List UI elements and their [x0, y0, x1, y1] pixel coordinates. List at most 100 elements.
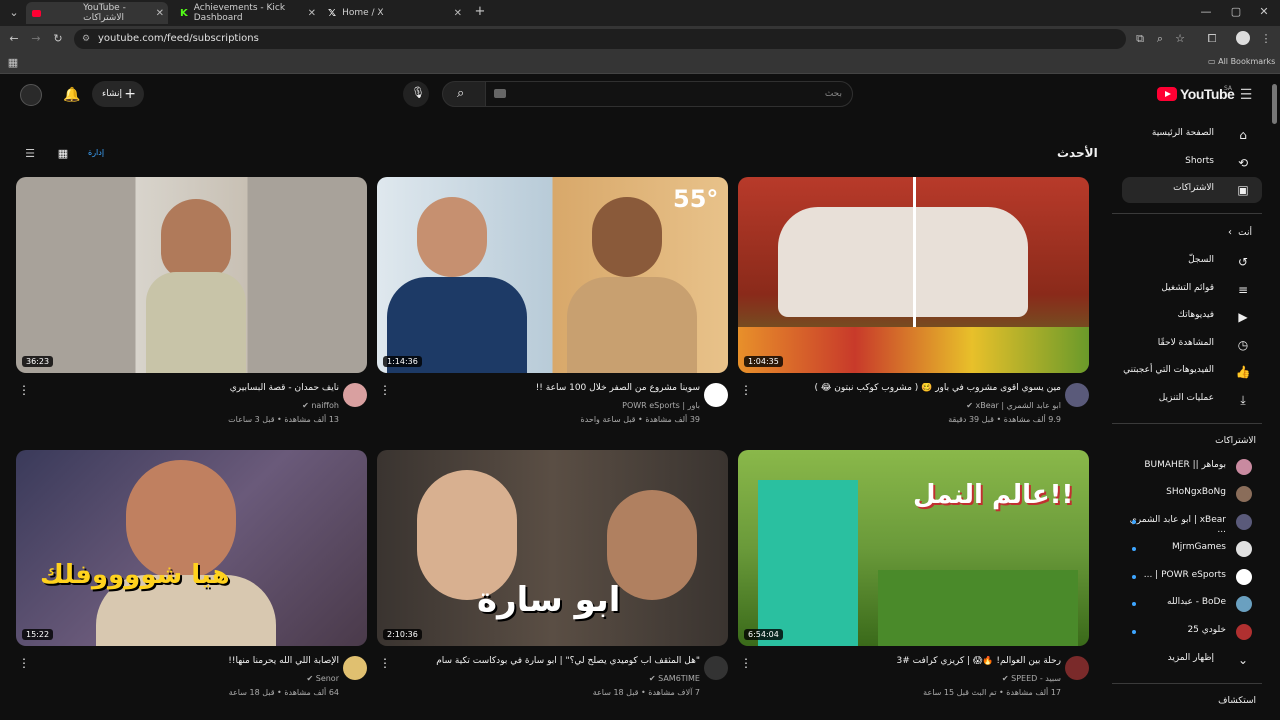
close-window-icon[interactable]: ✕ — [1256, 4, 1272, 20]
maximize-icon[interactable]: ▢ — [1228, 4, 1244, 20]
profile-avatar[interactable] — [1236, 31, 1250, 45]
back-icon[interactable]: ← — [6, 31, 22, 47]
video-channel[interactable]: باور | POWR eSports — [622, 401, 700, 410]
sidebar-item-history[interactable]: ↺ السجلّ — [1122, 249, 1262, 275]
video-thumbnail[interactable]: 1:04:35 — [738, 177, 1089, 373]
tab-kick[interactable]: K Achievements - Kick Dashboard ✕ — [174, 2, 320, 24]
sidebar-item-label: خلودي 25 — [1187, 625, 1226, 635]
more-options-icon[interactable]: ⋮ — [379, 656, 391, 670]
all-bookmarks[interactable]: ▭ All Bookmarks — [1208, 57, 1275, 66]
sidebar-item-downloads[interactable]: ⤓ عمليات التنزيل — [1122, 387, 1262, 413]
more-options-icon[interactable]: ⋮ — [740, 383, 752, 397]
video-title[interactable]: "هل المثقف اب كوميدي يصلح لي؟" | ابو سار… — [400, 656, 700, 666]
sidebar-item-home[interactable]: ⌂ الصفحة الرئيسية — [1122, 122, 1262, 148]
sidebar-sub-xbear[interactable]: xBear | ابو عابد الشمري ... — [1122, 509, 1262, 535]
sidebar-item-label: BoDe - عبدالله — [1167, 597, 1226, 607]
video-title[interactable]: نايف حمدان - قصة البسابيري — [39, 383, 339, 393]
create-button[interactable]: إنشاء + — [92, 81, 144, 107]
sidebar-sub-bode[interactable]: BoDe - عبدالله — [1122, 591, 1262, 617]
guide-menu-icon[interactable]: ☰ — [1238, 87, 1254, 103]
extensions-icon[interactable]: ⧠ — [1204, 31, 1220, 47]
site-info-icon[interactable]: ⚙ — [82, 29, 90, 49]
sidebar-item-watch-later[interactable]: ◷ المشاهدة لاحقًا — [1122, 332, 1262, 358]
sidebar-sub-shongxbong[interactable]: SHoNgxBoNg — [1122, 481, 1262, 507]
account-avatar[interactable] — [20, 84, 42, 106]
video-thumbnail[interactable]: هيا شووووفلك 15:22 — [16, 450, 367, 646]
channel-avatar[interactable] — [704, 656, 728, 680]
video-title[interactable]: رحلة بين العوالم! 🔥😱 | كريزي كرافت #3 — [761, 656, 1061, 666]
video-channel[interactable]: Senor ✔ — [306, 674, 339, 683]
minimize-icon[interactable]: — — [1198, 4, 1214, 20]
zoom-icon[interactable]: ⌕ — [1152, 31, 1168, 47]
cast-icon[interactable]: ⧉ — [1132, 31, 1148, 47]
video-channel[interactable]: سبيد - SPEED ✔ — [1002, 674, 1061, 683]
sidebar-sub-kholodi[interactable]: خلودي 25 — [1122, 619, 1262, 645]
channel-avatar[interactable] — [343, 656, 367, 680]
close-tab-icon[interactable]: ✕ — [156, 8, 164, 19]
video-duration: 15:22 — [22, 629, 54, 640]
new-content-dot — [1132, 630, 1136, 634]
verified-icon: ✔ — [1001, 674, 1009, 683]
sidebar-item-subscriptions[interactable]: ▣ الاشتراكات — [1122, 177, 1262, 203]
new-tab-button[interactable]: + — [472, 4, 488, 20]
channel-avatar[interactable] — [1065, 656, 1089, 680]
video-channel[interactable]: ابو عابد الشمري | xBear ✔ — [966, 401, 1061, 410]
channel-avatar[interactable] — [704, 383, 728, 407]
tab-search-icon[interactable]: ⌄ — [6, 5, 22, 21]
sidebar-item-playlists[interactable]: ≡ قوائم التشغيل — [1122, 277, 1262, 303]
grid-view-icon[interactable]: ▦ — [55, 146, 71, 162]
sidebar-sub-bumaher[interactable]: بوماهر || BUMAHER — [1122, 454, 1262, 480]
forward-icon[interactable]: → — [28, 31, 44, 47]
bookmarks-bar: ▦ ▭ All Bookmarks — [0, 52, 1280, 74]
video-title[interactable]: الإصابة اللي الله يحرمنا منها!! — [39, 656, 339, 666]
manage-link[interactable]: إدارة — [88, 148, 104, 157]
video-channel[interactable]: SAM6TIME ✔ — [649, 674, 700, 683]
video-thumbnail[interactable]: ابو سارة 2:10:36 — [377, 450, 728, 646]
sidebar-show-more[interactable]: ⌄ إظهار المزيد — [1122, 647, 1262, 673]
avatar — [1236, 596, 1252, 612]
sidebar-sub-powr[interactable]: POWR eSports | ... — [1122, 564, 1262, 590]
tab-youtube[interactable]: YouTube - الاشتراكات ✕ — [26, 2, 168, 24]
more-options-icon[interactable]: ⋮ — [18, 383, 30, 397]
sidebar-item-liked[interactable]: 👍 الفيديوهات التي أعجبتني — [1122, 359, 1262, 385]
browser-menu-icon[interactable]: ⋮ — [1258, 31, 1274, 47]
sidebar-sub-mjrmgames[interactable]: MjrmGames — [1122, 536, 1262, 562]
list-view-icon[interactable]: ☰ — [22, 146, 38, 162]
sidebar-item-shorts[interactable]: ⟲ Shorts — [1122, 150, 1262, 176]
video-meta: 7 آلاف مشاهدة • قبل 18 ساعة — [592, 688, 700, 697]
page-scrollbar[interactable] — [1272, 84, 1277, 124]
reload-icon[interactable]: ↻ — [50, 31, 66, 47]
bookmark-star-icon[interactable]: ☆ — [1172, 31, 1188, 47]
new-content-dot — [1132, 547, 1136, 551]
video-thumbnail[interactable]: 55° 1:14:36 — [377, 177, 728, 373]
video-title[interactable]: مين يسوي اقوى مشروب في باور 🥴 ( مشروب كو… — [761, 383, 1061, 393]
channel-avatar[interactable] — [343, 383, 367, 407]
close-tab-icon[interactable]: ✕ — [454, 8, 462, 19]
more-options-icon[interactable]: ⋮ — [18, 656, 30, 670]
video-title[interactable]: سوينا مشروع من الصفر خلال 100 ساعة !! — [400, 383, 700, 393]
search-input[interactable]: بحث — [485, 81, 853, 107]
youtube-logo[interactable]: YouTube — [1157, 86, 1235, 102]
new-content-dot — [1132, 602, 1136, 606]
notifications-bell-icon[interactable]: 🔔 — [63, 87, 80, 103]
channel-avatar[interactable] — [1065, 383, 1089, 407]
sidebar-item-your-videos[interactable]: ▶ فيديوهاتك — [1122, 304, 1262, 330]
video-meta: 13 ألف مشاهدة • قبل 3 ساعات — [228, 415, 339, 424]
search-button[interactable]: ⌕ — [442, 81, 486, 107]
tab-x[interactable]: 𝕏 Home / X ✕ — [322, 2, 466, 24]
close-tab-icon[interactable]: ✕ — [308, 8, 316, 19]
keyboard-icon[interactable] — [494, 89, 506, 98]
sidebar-item-label: MjrmGames — [1171, 542, 1226, 552]
avatar — [1236, 569, 1252, 585]
video-thumbnail[interactable]: عالم النمل!! 6:54:04 — [738, 450, 1089, 646]
more-options-icon[interactable]: ⋮ — [379, 383, 391, 397]
sidebar-you-heading[interactable]: أنت › — [1122, 222, 1262, 248]
explore-heading: استكشاف — [1218, 696, 1256, 706]
video-channel[interactable]: naiffoh ✔ — [302, 401, 339, 410]
video-thumbnail[interactable]: 36:23 — [16, 177, 367, 373]
video-meta: 39 ألف مشاهدة • قبل ساعة واحدة — [580, 415, 701, 424]
apps-grid-icon[interactable]: ▦ — [5, 55, 21, 71]
voice-search-button[interactable]: 🎙 — [403, 81, 429, 107]
address-bar[interactable]: ⚙ youtube.com/feed/subscriptions — [74, 29, 1126, 49]
more-options-icon[interactable]: ⋮ — [740, 656, 752, 670]
